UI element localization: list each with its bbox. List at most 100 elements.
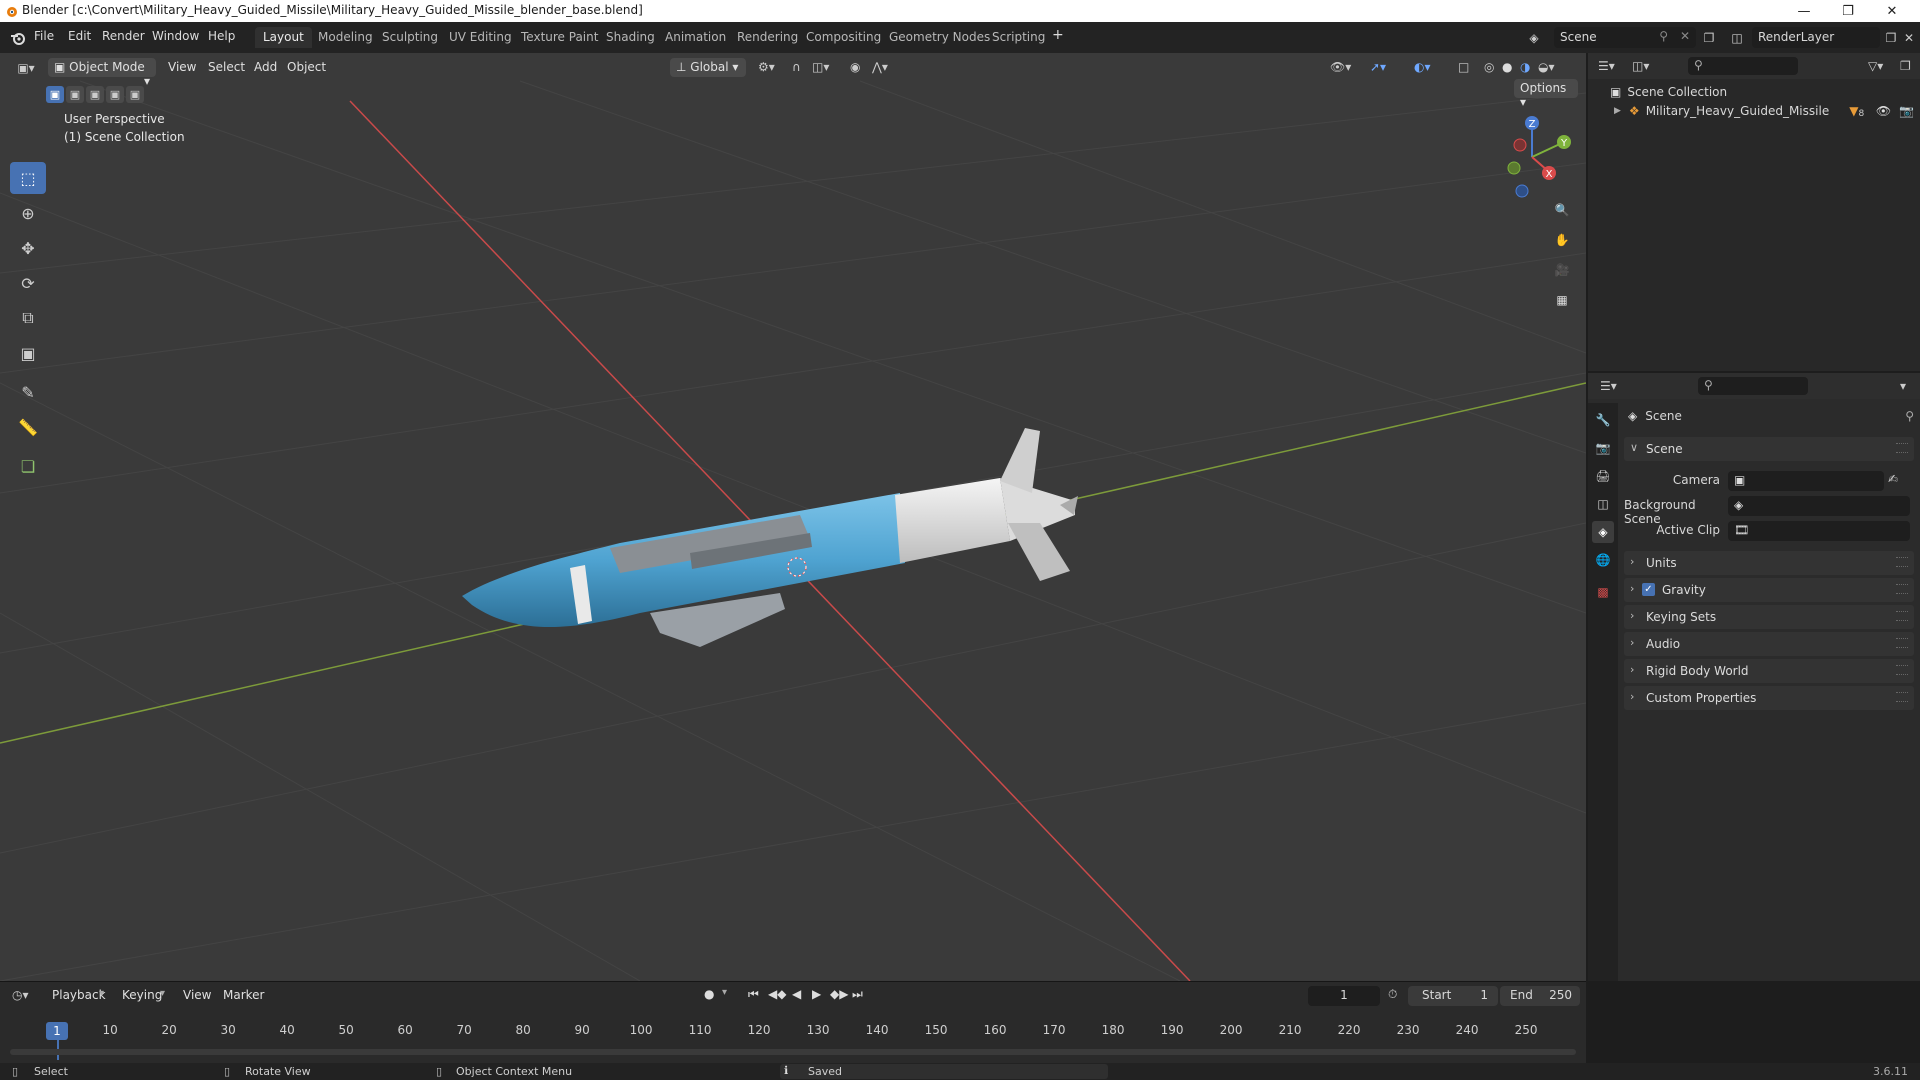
- drag-grip-icon[interactable]: [1896, 443, 1908, 453]
- panel-keying-sets-header[interactable]: › Keying Sets: [1624, 605, 1914, 629]
- new-collection-icon[interactable]: ❐: [1900, 59, 1911, 73]
- rendered-shading-icon[interactable]: ◒▾: [1538, 60, 1555, 74]
- restore-button[interactable]: ❐: [1826, 0, 1870, 22]
- select-box-tool[interactable]: ⬚: [10, 162, 46, 194]
- zoom-view-icon[interactable]: 🔍: [1550, 198, 1574, 222]
- timeline-menu-keying[interactable]: Keying: [122, 988, 162, 1002]
- editor-type-icon[interactable]: ▣▾: [12, 59, 40, 77]
- close-view-layer-icon[interactable]: ✕: [1900, 29, 1918, 46]
- filter-icon[interactable]: ▽▾: [1868, 59, 1883, 73]
- camera-view-icon[interactable]: 🎥: [1550, 258, 1574, 282]
- timeline-editor-type-icon[interactable]: ◷▾: [12, 988, 29, 1002]
- jump-to-keyframe-prev-icon[interactable]: ◀◆: [768, 987, 786, 1001]
- hide-viewport-eye-icon[interactable]: 👁: [1876, 104, 1891, 118]
- toggle-perspective-icon[interactable]: ▦: [1550, 288, 1574, 312]
- properties-options-icon[interactable]: ▾: [1900, 379, 1906, 393]
- playhead-frame-badge[interactable]: 1: [46, 1022, 68, 1040]
- output-tab-icon[interactable]: 🖨: [1592, 465, 1614, 487]
- frame-ruler[interactable]: 1 10 20 30 40 50 60 70 80 90 100 110 120 130 140 150 16…: [0, 1010, 1586, 1060]
- blender-menu-icon[interactable]: [10, 30, 26, 46]
- measure-tool[interactable]: 📏: [10, 411, 46, 443]
- pivot-icon[interactable]: ⚙▾: [758, 60, 775, 74]
- tab-layout[interactable]: Layout: [255, 27, 312, 48]
- gravity-checkbox[interactable]: ✓: [1642, 583, 1655, 596]
- tab-modeling[interactable]: Modeling: [310, 27, 381, 48]
- new-view-layer-icon[interactable]: ❐: [1882, 29, 1900, 46]
- play-reverse-icon[interactable]: ◀: [792, 987, 801, 1001]
- outliner-root-row[interactable]: ▣ Scene Collection: [1610, 83, 1727, 101]
- timeline-menu-marker[interactable]: Marker: [223, 988, 264, 1002]
- close-scene-icon[interactable]: ✕: [1680, 29, 1690, 43]
- snap-icon[interactable]: ∩: [792, 60, 801, 74]
- world-tab-icon[interactable]: 🌐: [1592, 549, 1614, 571]
- falloff-icon[interactable]: ⋀▾: [872, 60, 888, 74]
- add-workspace-button[interactable]: +: [1052, 27, 1064, 43]
- annotate-tool[interactable]: ✎: [10, 376, 46, 408]
- solid-shading-icon[interactable]: ●: [1502, 60, 1512, 74]
- transform-tool[interactable]: ▣: [10, 337, 46, 369]
- drag-grip-icon[interactable]: [1896, 611, 1908, 621]
- pin-icon[interactable]: ⚲: [1659, 29, 1668, 43]
- scene-selector[interactable]: Scene ⚲ ✕: [1554, 27, 1696, 48]
- drag-grip-icon[interactable]: [1896, 665, 1908, 675]
- scene-tab-icon[interactable]: ◈: [1592, 521, 1614, 543]
- pan-view-icon[interactable]: ✋: [1550, 228, 1574, 252]
- start-frame-field[interactable]: Start 1: [1408, 986, 1498, 1006]
- tab-rendering[interactable]: Rendering: [729, 27, 806, 48]
- rotate-tool[interactable]: ⟳: [10, 267, 46, 299]
- drag-grip-icon[interactable]: [1896, 557, 1908, 567]
- tab-scripting[interactable]: Scripting: [984, 27, 1053, 48]
- render-camera-icon[interactable]: 📷: [1899, 104, 1914, 118]
- render-tab-icon[interactable]: 📷: [1592, 437, 1614, 459]
- eyedropper-icon[interactable]: ✍: [1888, 472, 1898, 486]
- menu-render[interactable]: Render: [102, 29, 145, 43]
- vp-menu-add[interactable]: Add: [254, 60, 277, 74]
- panel-audio-header[interactable]: › Audio: [1624, 632, 1914, 656]
- vp-menu-object[interactable]: Object: [287, 60, 326, 74]
- timeline-menu-playback[interactable]: Playback: [52, 988, 106, 1002]
- current-frame-field[interactable]: 1: [1308, 986, 1380, 1006]
- timeline-menu-view[interactable]: View: [183, 988, 211, 1002]
- tab-compositing[interactable]: Compositing: [798, 27, 889, 48]
- panel-units-header[interactable]: › Units: [1624, 551, 1914, 575]
- proportional-edit-icon[interactable]: ◉: [850, 60, 860, 74]
- menu-help[interactable]: Help: [208, 29, 235, 43]
- options-button[interactable]: Options ▾: [1514, 79, 1578, 109]
- xray-icon[interactable]: □: [1458, 60, 1469, 74]
- overlays-toggle-icon[interactable]: ◐▾: [1414, 60, 1431, 74]
- outliner-object-row[interactable]: ▶ ❖ Military_Heavy_Guided_Missile ▼ 8 👁 …: [1614, 101, 1914, 121]
- vp-menu-select[interactable]: Select: [208, 60, 245, 74]
- view-layer-icon[interactable]: ◫: [1728, 29, 1746, 46]
- view-layer-selector[interactable]: RenderLayer: [1752, 27, 1880, 48]
- select-subtract-icon[interactable]: ▣: [86, 86, 104, 103]
- view-layer-tab-icon[interactable]: ◫: [1592, 493, 1614, 515]
- select-new-icon[interactable]: ▣: [46, 86, 64, 103]
- gizmo-toggle-icon[interactable]: ➚▾: [1370, 60, 1386, 74]
- tool-tab-icon[interactable]: 🔧: [1592, 409, 1614, 431]
- drag-grip-icon[interactable]: [1896, 584, 1908, 594]
- tab-uv-editing[interactable]: UV Editing: [441, 27, 520, 48]
- select-extend-icon[interactable]: ▣: [66, 86, 84, 103]
- add-cube-tool[interactable]: ❏: [10, 450, 46, 482]
- play-icon[interactable]: ▶: [812, 987, 821, 1001]
- timeline-editor[interactable]: ◷▾ Playback ▾ Keying ▾ View Marker ● ▾ ⏮…: [0, 981, 1586, 1063]
- panel-scene-header[interactable]: ∨ Scene: [1624, 437, 1914, 461]
- display-mode-icon[interactable]: ◫▾: [1632, 59, 1649, 73]
- tab-animation[interactable]: Animation: [657, 27, 734, 48]
- properties-editor-type-icon[interactable]: ☰▾: [1600, 379, 1617, 393]
- texture-tab-icon[interactable]: ▩: [1592, 581, 1614, 603]
- scale-tool[interactable]: ⧉: [10, 302, 46, 334]
- tab-geometry-nodes[interactable]: Geometry Nodes: [881, 27, 998, 48]
- navigation-gizmo[interactable]: Z Y X: [1490, 111, 1580, 201]
- panel-custom-properties-header[interactable]: › Custom Properties: [1624, 686, 1914, 710]
- scene-icon[interactable]: ◈: [1524, 30, 1544, 46]
- tab-texture-paint[interactable]: Texture Paint: [513, 27, 606, 48]
- properties-search-input[interactable]: ⚲: [1698, 377, 1808, 395]
- jump-to-end-icon[interactable]: ⏭: [852, 987, 863, 1002]
- minimize-button[interactable]: —: [1782, 0, 1826, 22]
- drag-grip-icon[interactable]: [1896, 638, 1908, 648]
- expand-arrow-icon[interactable]: ▶: [1614, 106, 1621, 116]
- background-scene-field[interactable]: ◈: [1728, 496, 1910, 516]
- end-frame-field[interactable]: End 250: [1500, 986, 1580, 1006]
- mode-selector[interactable]: ▣ Object Mode ▾: [48, 58, 156, 88]
